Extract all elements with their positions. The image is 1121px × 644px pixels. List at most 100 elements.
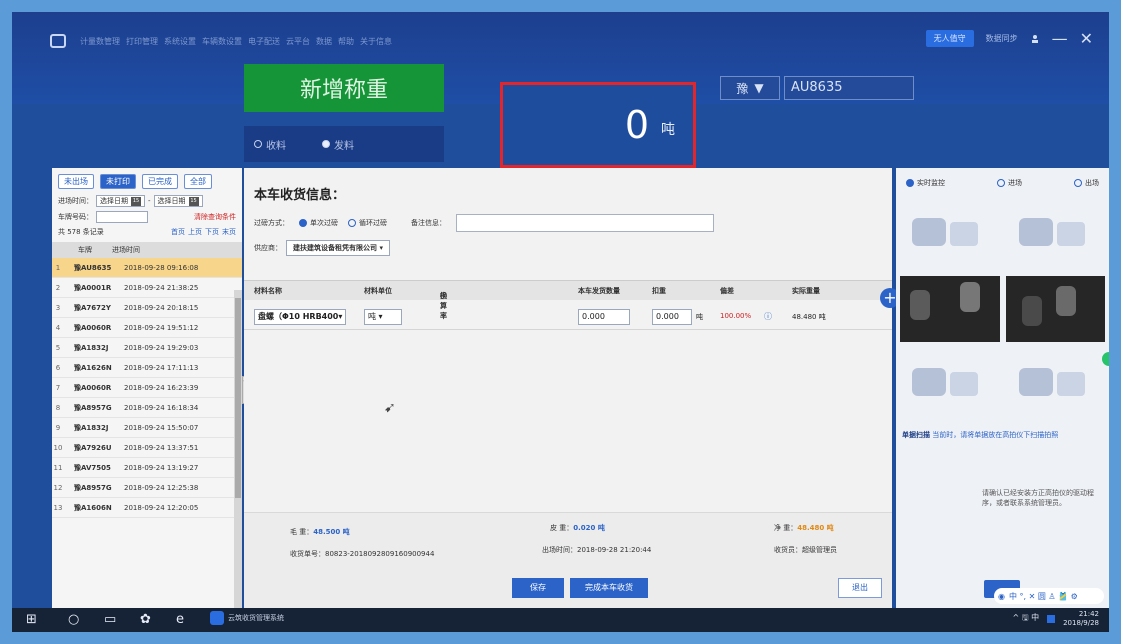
pager-prev[interactable]: 上页 [188,227,202,237]
list-item[interactable]: 10 豫A7926U 2018-09-24 13:37:51 [52,438,242,458]
filter-not-printed[interactable]: 未打印 [100,174,136,189]
row-time: 2018-09-24 20:18:15 [124,303,199,312]
deduct-input[interactable]: 0.000 [652,309,692,325]
close-button[interactable]: ✕ [1080,30,1093,47]
row-index: 2 [55,283,61,292]
method-label: 过磅方式： [254,219,289,227]
menu-item[interactable]: 帮助 [338,36,354,47]
list-item[interactable]: 2 豫A0001R 2018-09-24 21:38:25 [52,278,242,298]
camera-feed[interactable] [1005,276,1105,342]
save-button[interactable]: 保存 [512,578,564,598]
plate-filter-input[interactable] [96,211,148,223]
task-view-icon[interactable]: ▭ [104,612,116,627]
scrollbar-thumb[interactable] [235,298,241,498]
list-item[interactable]: 6 豫A1626N 2018-09-24 17:11:13 [52,358,242,378]
tab-enter[interactable]: 进场 [997,178,1022,188]
menu-item[interactable]: 云平台 [286,36,310,47]
unit-select[interactable]: 吨 ▾ [364,309,402,325]
app-icon[interactable]: ✿ [140,612,151,627]
camera-feeds [900,276,1105,342]
quantity-input[interactable]: 0.000 [578,309,630,325]
mode-receive-option[interactable]: 收料 [254,137,286,152]
col-deviation: 偏差 [720,287,734,295]
pager-first[interactable]: 首页 [171,227,185,237]
pager-next[interactable]: 下页 [205,227,219,237]
remark-input[interactable] [456,214,714,232]
tray-icons[interactable]: ^ 🖫 中 [1012,612,1039,626]
menu-item[interactable]: 车辆数设置 [202,36,242,47]
menu-item[interactable]: 计量数管理 [80,36,120,47]
method-cycle-option[interactable]: 循环过磅 [348,218,387,228]
filter-completed[interactable]: 已完成 [142,174,178,189]
unattended-button[interactable]: 无人值守 [925,30,974,47]
clock[interactable]: 21:42 2018/9/28 [1063,610,1099,628]
plate-province-select[interactable]: 豫 ▼ [720,76,780,100]
ime-toolbar[interactable]: ◉ 中 °, ✕ 圆 ♙ 🎽 ⚙ [994,588,1104,604]
list-item[interactable]: 7 豫A0060R 2018-09-24 16:23:39 [52,378,242,398]
tab-live-monitor[interactable]: 实时监控 [906,178,945,188]
menu-item[interactable]: 关于信息 [360,36,392,47]
list-item[interactable]: 12 豫A8957G 2018-09-24 12:25:38 [52,478,242,498]
exit-button[interactable]: 退出 [838,578,882,598]
end-date-picker[interactable]: 选择日期 15 [153,195,203,207]
taskbar-app-item[interactable]: 云筑收货管理系统 [210,611,284,625]
tare-weight: 皮 重：0.020 吨 [550,523,605,533]
plate-number-input[interactable]: AU8635 [784,76,914,100]
menu-item[interactable]: 系统设置 [164,36,196,47]
mode-send-option[interactable]: 发料 [322,137,354,152]
gross-value: 48.500 吨 [313,528,350,536]
start-date-picker[interactable]: 选择日期 15 [96,195,145,207]
pager-last[interactable]: 末页 [222,227,236,237]
list-item[interactable]: 8 豫A8957G 2018-09-24 16:18:34 [52,398,242,418]
exit-time: 出场时间：2018-09-28 21:20:44 [542,545,651,555]
menu-item[interactable]: 数据 [316,36,332,47]
camera-feed[interactable] [900,276,1000,342]
entry-time-row: 进场时间： 选择日期 15 - 选择日期 15 [52,193,242,209]
menu-item[interactable]: 电子配送 [248,36,280,47]
receiver-value: 超级管理员 [802,546,837,554]
row-time: 2018-09-24 21:38:25 [124,283,199,292]
list-item[interactable]: 11 豫AV7505 2018-09-24 13:19:27 [52,458,242,478]
list-item[interactable]: 4 豫A0060R 2018-09-24 19:51:12 [52,318,242,338]
supplier-value: 建扶建筑设备租凭有限公司 [293,244,377,252]
menu-item[interactable]: 打印管理 [126,36,158,47]
supplier-select[interactable]: 建扶建筑设备租凭有限公司 ▾ [286,240,390,256]
row-time: 2018-09-24 17:11:13 [124,363,199,372]
person-icon[interactable] [1030,31,1040,47]
row-time: 2018-09-28 09:16:08 [124,263,199,272]
filter-not-exited[interactable]: 未出场 [58,174,94,189]
list-item[interactable]: 13 豫A1606N 2018-09-24 12:20:05 [52,498,242,518]
radio-selected-icon [322,140,330,148]
clear-filter-link[interactable]: 清除查询条件 [194,212,236,222]
net-label: 净 重： [774,524,798,532]
material-select[interactable]: 盘螺（Φ10 HRB400▾ [254,309,347,325]
filter-all[interactable]: 全部 [184,174,212,189]
notification-icon[interactable] [1047,615,1056,623]
gross-weight: 毛 重：48.500 吨 [290,527,350,537]
browser-icon[interactable]: e [176,612,184,627]
list-item[interactable]: 1 豫AU8635 2018-09-28 09:16:08 [52,258,242,278]
row-plate: 豫A7672Y [74,303,111,312]
tab-live-label: 实时监控 [917,179,945,187]
help-icon[interactable]: ⓘ [440,291,447,301]
driver-notice: 请确认已经安装方正高拍仪的驱动程序，或者联系系统管理员。 [982,489,1094,507]
deviation-info-icon[interactable]: ⓘ [764,311,772,322]
tab-exit[interactable]: 出场 [1074,178,1099,188]
windows-start-icon[interactable]: ⊞ [26,612,37,627]
method-single-option[interactable]: 单次过磅 [299,218,338,228]
mode-send-label: 发料 [334,140,354,152]
list-item[interactable]: 3 豫A7672Y 2018-09-24 20:18:15 [52,298,242,318]
finish-receiving-button[interactable]: 完成本车收货 [570,578,648,598]
side-handle-icon[interactable] [1102,352,1109,366]
exit-time-value: 2018-09-28 21:20:44 [577,546,652,554]
new-weighing-button[interactable]: 新增称重 [244,64,444,112]
list-item[interactable]: 5 豫A1832J 2018-09-24 19:29:03 [52,338,242,358]
search-icon[interactable]: ○ [68,612,79,627]
title-bar-controls: 无人值守 数据同步 — ✕ [925,30,1093,47]
tare-label: 皮 重： [550,524,574,532]
sync-button[interactable]: 数据同步 [986,33,1018,44]
truck-icon [1018,364,1093,400]
scan-label: 单据扫描 [902,431,930,439]
list-item[interactable]: 9 豫A1832J 2018-09-24 15:50:07 [52,418,242,438]
minimize-button[interactable]: — [1052,30,1068,47]
